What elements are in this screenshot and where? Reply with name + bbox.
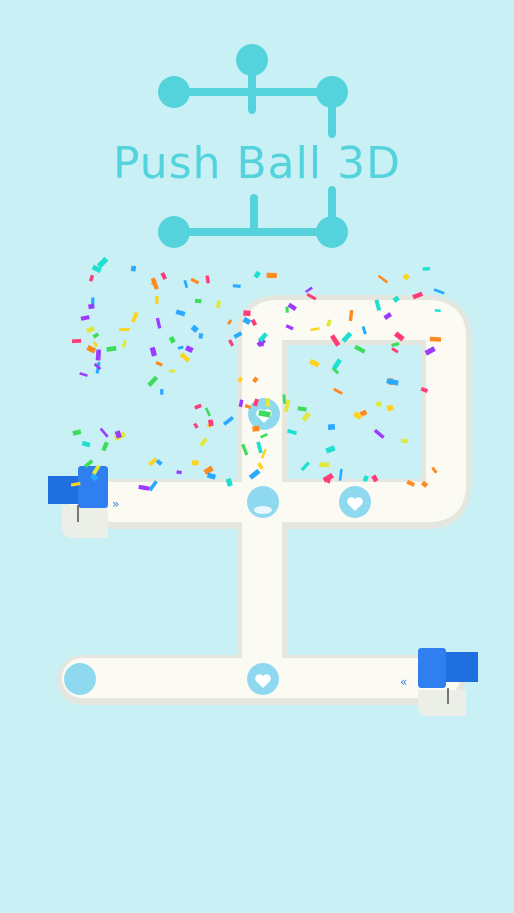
confetti-piece — [332, 387, 343, 395]
confetti-piece — [429, 336, 442, 342]
confetti-piece — [327, 424, 336, 430]
confetti-piece — [207, 419, 214, 427]
confetti-piece — [194, 403, 202, 410]
confetti-piece — [228, 339, 235, 347]
confetti-piece — [184, 345, 194, 354]
confetti-piece — [205, 275, 210, 284]
confetti-piece — [179, 352, 191, 363]
confetti-piece — [80, 315, 90, 321]
confetti-piece — [86, 344, 97, 354]
ball-bottom-center-heart[interactable] — [247, 663, 279, 695]
confetti-piece — [71, 339, 82, 344]
confetti-piece — [354, 344, 366, 354]
confetti-piece — [95, 349, 102, 361]
confetti-piece — [222, 415, 235, 426]
confetti-piece — [81, 440, 91, 448]
confetti-piece — [92, 341, 99, 348]
game-title: Push Ball 3D — [113, 138, 401, 189]
track — [57, 295, 471, 716]
confetti-piece — [175, 309, 186, 317]
confetti-piece — [386, 404, 395, 412]
ball-right-heart[interactable] — [339, 486, 371, 518]
confetti-piece — [309, 358, 320, 368]
confetti-piece — [168, 336, 176, 344]
confetti-piece — [198, 333, 204, 339]
confetti-piece — [319, 462, 330, 467]
confetti-piece — [92, 332, 100, 339]
confetti-piece — [391, 347, 399, 354]
confetti-piece — [401, 438, 408, 444]
confetti-piece — [232, 284, 241, 288]
confetti-piece — [304, 286, 313, 294]
confetti-piece — [226, 319, 233, 326]
confetti-piece — [155, 317, 162, 329]
confetti-piece — [147, 375, 159, 387]
confetti-piece — [433, 288, 445, 295]
game-stage: » « — [48, 44, 478, 716]
confetti-piece — [422, 267, 430, 271]
confetti-piece — [79, 372, 88, 377]
confetti-piece — [253, 270, 261, 279]
confetti-piece — [106, 345, 117, 352]
chevron-right-icon: » — [112, 497, 119, 511]
confetti-piece — [206, 472, 217, 480]
confetti-piece — [177, 345, 184, 350]
confetti-piece — [285, 306, 289, 313]
confetti-piece — [119, 328, 130, 331]
confetti-piece — [149, 346, 157, 357]
confetti-piece — [286, 428, 298, 436]
confetti-piece — [88, 303, 95, 310]
confetti-piece — [297, 406, 307, 412]
confetti-piece — [121, 340, 127, 348]
ball-middle-plain[interactable] — [247, 486, 279, 518]
confetti-piece — [130, 265, 137, 272]
confetti-piece — [160, 272, 168, 281]
chevron-left-icon: « — [400, 675, 407, 689]
confetti-piece — [101, 441, 109, 452]
confetti-piece — [131, 311, 139, 323]
confetti-piece — [88, 274, 95, 282]
confetti-piece — [72, 429, 82, 436]
confetti-piece — [252, 425, 260, 432]
confetti-piece — [204, 407, 212, 417]
confetti-piece — [99, 427, 109, 438]
confetti-piece — [215, 300, 222, 309]
confetti-piece — [243, 310, 251, 317]
confetti-piece — [154, 295, 159, 305]
confetti-piece — [193, 422, 199, 429]
confetti-piece — [434, 309, 441, 313]
confetti-piece — [183, 279, 189, 289]
confetti-piece — [96, 256, 109, 269]
confetti-piece — [325, 445, 336, 454]
confetti-piece — [160, 388, 164, 395]
confetti-piece — [168, 369, 176, 373]
confetti-piece — [373, 428, 385, 439]
confetti-piece — [375, 400, 383, 408]
confetti-piece — [190, 324, 199, 333]
confetti-piece — [377, 274, 389, 284]
confetti-piece — [266, 272, 277, 279]
confetti-piece — [190, 277, 200, 285]
confetti-piece — [199, 437, 208, 447]
ball-bottom-left-plain[interactable] — [64, 663, 96, 695]
confetti-piece — [332, 358, 342, 370]
confetti-piece — [402, 273, 410, 281]
confetti-piece — [176, 470, 182, 475]
confetti-piece — [301, 411, 311, 422]
confetti-piece — [85, 326, 95, 334]
confetti-piece — [155, 361, 163, 367]
confetti-piece — [300, 461, 310, 472]
confetti-piece — [191, 460, 199, 466]
confetti-piece — [386, 378, 399, 386]
confetti-piece — [194, 298, 202, 304]
